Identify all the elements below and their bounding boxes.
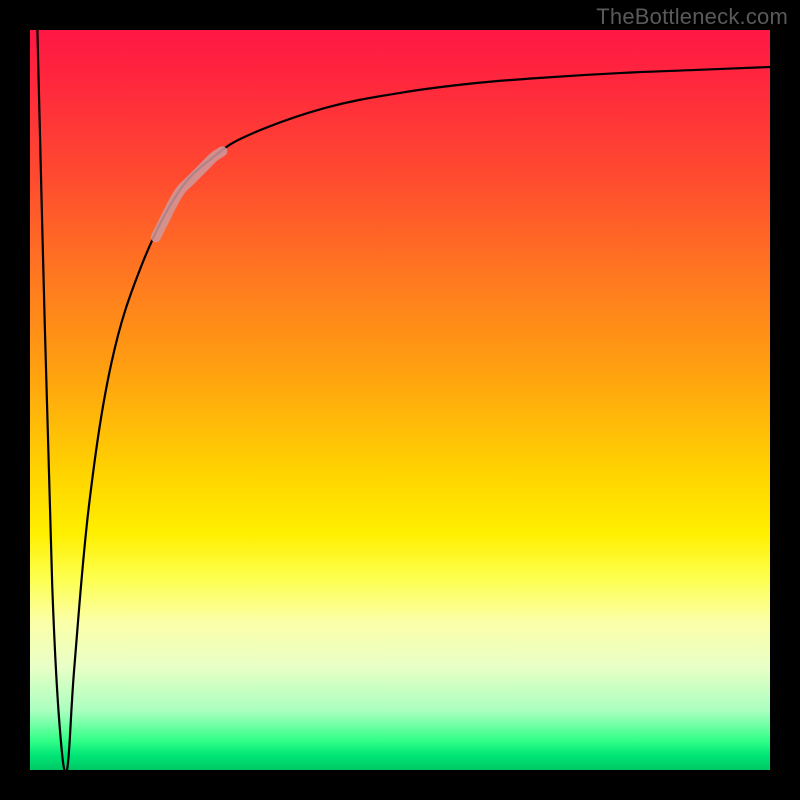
bottleneck-curve-highlight — [156, 151, 223, 237]
bottleneck-curve — [37, 30, 770, 773]
chart-stage: TheBottleneck.com — [0, 0, 800, 800]
curve-layer — [30, 30, 770, 770]
attribution-text: TheBottleneck.com — [596, 4, 788, 30]
